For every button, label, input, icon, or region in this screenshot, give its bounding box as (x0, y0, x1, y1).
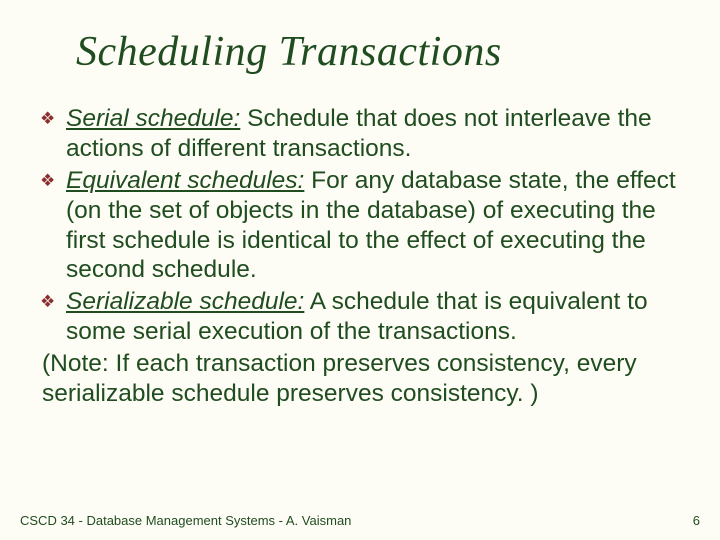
slide-body: ❖ Serial schedule: Schedule that does no… (40, 104, 682, 409)
diamond-bullet-icon: ❖ (40, 292, 55, 313)
term: Equivalent schedules: (66, 167, 304, 194)
page-number: 6 (693, 513, 700, 528)
footer: CSCD 34 - Database Management Systems - … (20, 513, 700, 528)
term: Serializable schedule: (66, 288, 304, 315)
note-text: (Note: If each transaction preserves con… (40, 349, 682, 409)
bullet-item: ❖ Serializable schedule: A schedule that… (40, 287, 682, 347)
slide: Scheduling Transactions ❖ Serial schedul… (0, 0, 720, 540)
diamond-bullet-icon: ❖ (40, 109, 55, 130)
bullet-item: ❖ Serial schedule: Schedule that does no… (40, 104, 682, 164)
term: Serial schedule: (66, 105, 240, 132)
footer-left: CSCD 34 - Database Management Systems - … (20, 513, 351, 528)
diamond-bullet-icon: ❖ (40, 171, 55, 192)
slide-title: Scheduling Transactions (76, 28, 682, 76)
bullet-item: ❖ Equivalent schedules: For any database… (40, 166, 682, 286)
